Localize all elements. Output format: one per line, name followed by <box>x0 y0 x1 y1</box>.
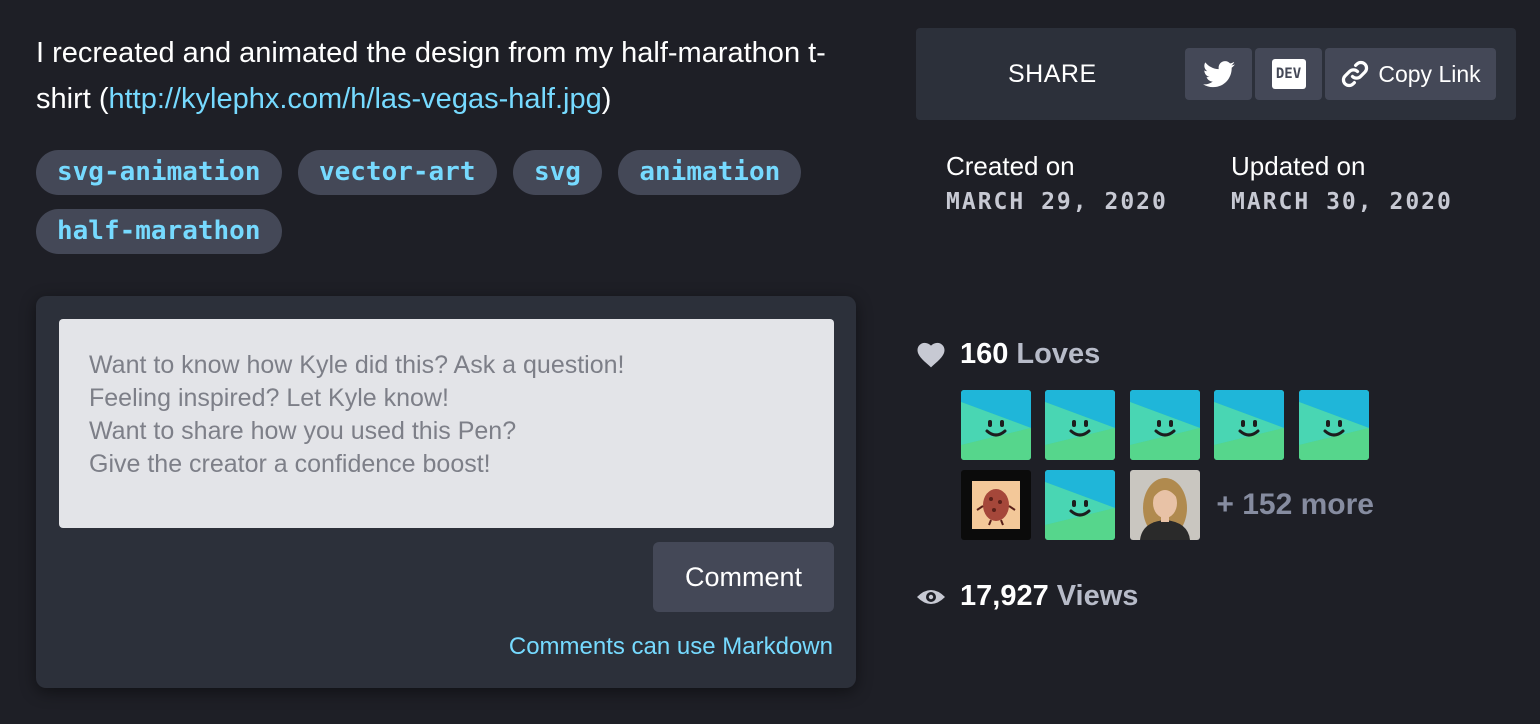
tag-vector-art[interactable]: vector-art <box>297 150 497 195</box>
tag-half-marathon[interactable]: half-marathon <box>36 209 282 254</box>
share-bar: SHARE DEV Copy Link <box>916 28 1516 120</box>
loves-label: Loves <box>1016 338 1101 370</box>
dev-icon: DEV <box>1271 59 1306 89</box>
description-link[interactable]: http://kylephx.com/h/las-vegas-half.jpg <box>109 83 602 115</box>
tag-list: svg-animation vector-art svg animation h… <box>36 150 856 268</box>
lovers-avatars: + 152 more <box>961 390 1441 550</box>
description-suffix: ) <box>601 83 612 115</box>
updated-label: Updated on <box>1231 151 1366 181</box>
user-avatar-potato[interactable] <box>961 470 1031 540</box>
comment-panel: Comment Comments can use Markdown <box>36 296 856 688</box>
default-avatar[interactable] <box>1045 470 1116 540</box>
views-count: 17,927 <box>960 580 1049 612</box>
updated-date: MARCH 30, 2020 <box>1231 189 1453 215</box>
created-date: MARCH 29, 2020 <box>946 189 1168 215</box>
updated-meta: Updated on MARCH 30, 2020 <box>1231 150 1453 215</box>
copy-link-button[interactable]: Copy Link <box>1325 48 1496 100</box>
heart-icon[interactable] <box>916 341 946 368</box>
views-label: Views <box>1056 580 1139 612</box>
loves-stat: 160 Loves <box>916 338 1100 371</box>
pen-description: I recreated and animated the design from… <box>36 30 856 122</box>
eye-icon <box>917 589 945 604</box>
created-meta: Created on MARCH 29, 2020 <box>946 150 1168 215</box>
tag-animation[interactable]: animation <box>618 150 802 195</box>
created-label: Created on <box>946 151 1075 181</box>
default-avatar[interactable] <box>1298 390 1369 460</box>
share-label: SHARE <box>1008 60 1097 88</box>
link-icon <box>1342 60 1369 88</box>
tag-svg[interactable]: svg <box>512 150 602 195</box>
views-stat: 17,927 Views <box>916 580 1138 613</box>
user-avatar-photo[interactable] <box>1129 470 1200 540</box>
default-avatar[interactable] <box>1129 390 1200 460</box>
dev-share-button[interactable]: DEV <box>1255 48 1322 100</box>
default-avatar[interactable] <box>1045 390 1116 460</box>
default-avatar[interactable] <box>961 390 1031 460</box>
loves-count: 160 <box>960 338 1009 370</box>
twitter-share-button[interactable] <box>1185 48 1252 100</box>
comment-textarea[interactable] <box>59 319 834 528</box>
default-avatar[interactable] <box>1214 390 1285 460</box>
twitter-icon <box>1202 60 1235 87</box>
tag-svg-animation[interactable]: svg-animation <box>36 150 282 195</box>
markdown-help-link[interactable]: Comments can use Markdown <box>509 633 833 661</box>
copy-link-label: Copy Link <box>1378 60 1481 87</box>
comment-button[interactable]: Comment <box>653 542 834 612</box>
more-lovers-link[interactable]: + 152 more <box>1216 470 1374 540</box>
